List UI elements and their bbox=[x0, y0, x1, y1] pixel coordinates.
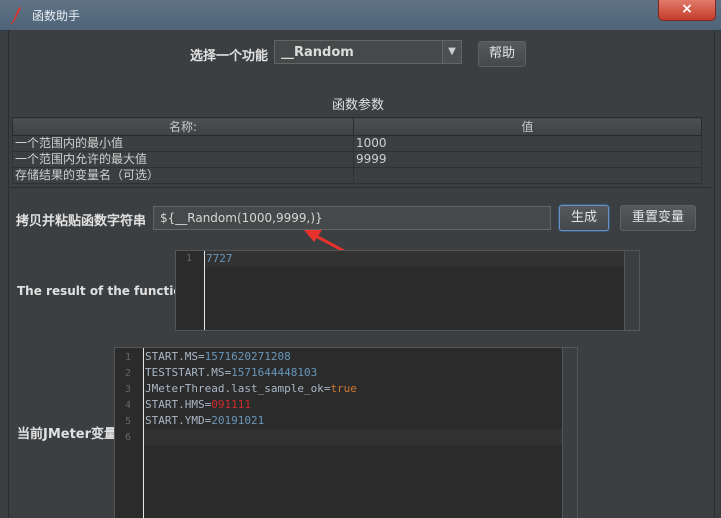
code-line: JMeterThread.last_sample_ok=true bbox=[145, 382, 357, 395]
column-header-name: 名称: bbox=[12, 117, 354, 136]
variables-editor[interactable]: 1 2 3 4 5 6 START.MS=1571620271208 TESTS… bbox=[114, 347, 578, 518]
chevron-down-icon[interactable]: ▼ bbox=[442, 41, 461, 63]
close-button[interactable]: × bbox=[658, 0, 716, 21]
param-name: 存储结果的变量名（可选） bbox=[12, 167, 354, 184]
line-number: 6 bbox=[125, 432, 132, 443]
function-select-value: __Random bbox=[281, 45, 354, 60]
line-number: 1 bbox=[186, 253, 193, 264]
divider bbox=[10, 187, 711, 188]
column-header-value: 值 bbox=[353, 117, 702, 136]
title-bar: 函数助手 × bbox=[0, 0, 721, 31]
vertical-scrollbar[interactable] bbox=[562, 348, 577, 518]
line-number: 3 bbox=[125, 384, 132, 395]
code-line: START.HMS=091111 bbox=[145, 398, 251, 411]
code-line: START.YMD=20191021 bbox=[145, 414, 265, 427]
function-string-label: 拷贝并粘贴函数字符串 bbox=[16, 214, 147, 229]
table-row[interactable]: 存储结果的变量名（可选） bbox=[12, 167, 702, 184]
code-line: TESTSTART.MS=1571644448103 bbox=[145, 366, 318, 379]
vertical-scrollbar[interactable] bbox=[624, 251, 639, 330]
params-table: 名称: 值 一个范围内的最小值 1000 一个范围内允许的最大值 9999 存储… bbox=[12, 117, 702, 184]
line-number: 4 bbox=[125, 400, 132, 411]
result-editor[interactable]: 1 7727 bbox=[175, 250, 640, 331]
reset-variables-button[interactable]: 重置变量 bbox=[620, 205, 696, 231]
line-number: 5 bbox=[125, 416, 132, 427]
table-row[interactable]: 一个范围内允许的最大值 9999 bbox=[12, 151, 702, 168]
param-name: 一个范围内允许的最大值 bbox=[12, 151, 354, 168]
table-row[interactable]: 一个范围内的最小值 1000 bbox=[12, 135, 702, 152]
window-title: 函数助手 bbox=[32, 9, 81, 23]
close-icon: × bbox=[681, 1, 693, 17]
params-heading: 函数参数 bbox=[332, 98, 385, 113]
variables-label: 当前JMeter变量 bbox=[17, 427, 118, 442]
help-button[interactable]: 帮助 bbox=[478, 41, 526, 67]
param-value[interactable]: 9999 bbox=[353, 151, 702, 168]
function-string-value: ${__Random(1000,9999,)} bbox=[160, 211, 323, 225]
param-value[interactable] bbox=[353, 167, 702, 184]
param-value[interactable]: 1000 bbox=[353, 135, 702, 152]
param-name: 一个范围内的最小值 bbox=[12, 135, 354, 152]
jmeter-feather-icon bbox=[10, 7, 21, 24]
result-value: 7727 bbox=[206, 252, 233, 265]
code-line: START.MS=1571620271208 bbox=[145, 350, 291, 363]
function-select[interactable]: __Random ▼ bbox=[274, 40, 462, 64]
line-number: 2 bbox=[125, 368, 132, 379]
generate-button[interactable]: 生成 bbox=[559, 205, 609, 231]
function-select-label: 选择一个功能 bbox=[190, 49, 269, 64]
line-number: 1 bbox=[125, 352, 132, 363]
